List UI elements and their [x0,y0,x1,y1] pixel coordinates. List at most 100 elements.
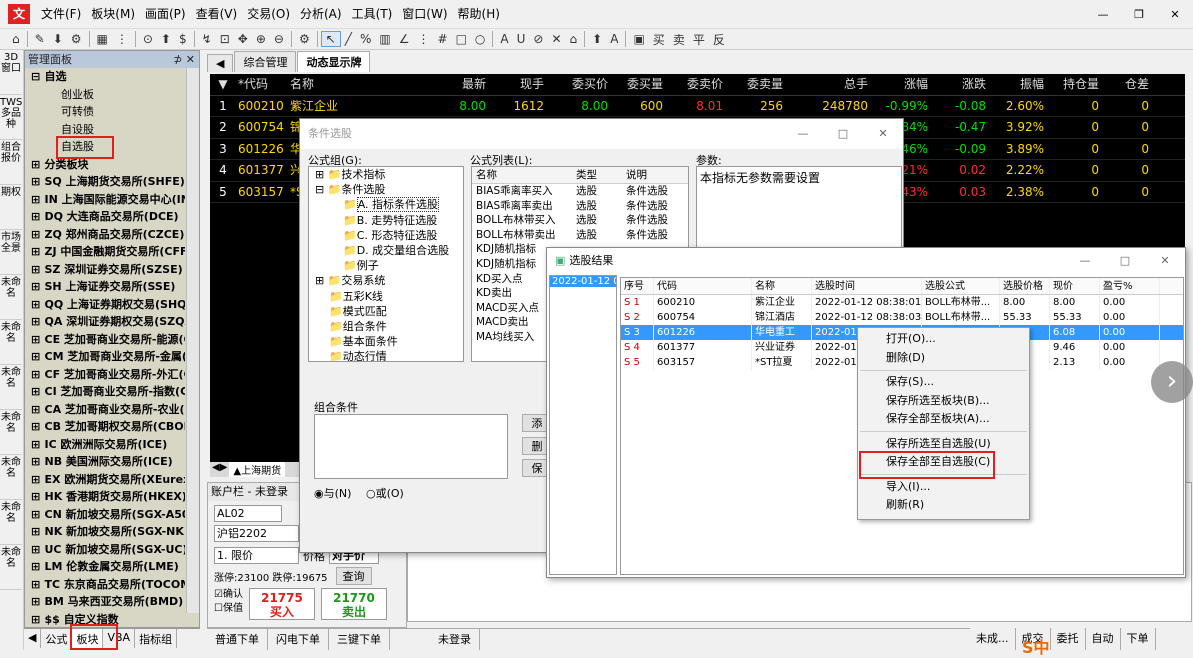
toolbar-button-icon[interactable]: ↯ [198,32,216,46]
toolbar-button-icon[interactable]: A [496,32,512,46]
tree-item[interactable]: ⊞ SZ 深圳证券交易所(SZSE) [31,261,185,279]
column-header[interactable]: ▼ [210,74,236,95]
column-header[interactable]: 委卖量 [725,74,785,95]
ime-indicator[interactable]: S中 [1022,634,1050,658]
expand-icon[interactable]: ⊞ [31,471,41,489]
expand-icon[interactable]: ⊞ [31,173,41,191]
formula-group-item[interactable]: 📁组合条件 [315,319,463,334]
tree-item[interactable]: ⊞ CF 芝加哥商业交易所-外汇(CM [31,366,185,384]
formula-group-item[interactable]: 📁A. 指标条件选股 [315,197,463,213]
tree-item[interactable]: ⊞ CN 新加坡交易所(SGX-A50) [31,506,185,524]
tree-item[interactable]: ⊞ UC 新加坡交易所(SGX-UC) [31,541,185,559]
toolbar-button-icon[interactable]: 反 [709,31,729,48]
main-tabs-nav-icon[interactable]: ◀ [207,54,234,72]
buy-button[interactable]: 21775 买入 [248,588,315,620]
expand-icon[interactable]: ⊞ [31,453,41,471]
vertical-tab[interactable]: 期权 [0,185,22,230]
result-maximize-button[interactable]: □ [1105,248,1145,274]
column-header[interactable]: *代码 [236,74,288,95]
tree-item[interactable]: ⊞ QQ 上海证券期权交易(SHQQ) [31,296,185,314]
panel-pin-close-icon[interactable]: ⊅ ✕ [173,51,199,68]
menu-item[interactable]: 窗口(W) [397,0,452,28]
menu-item[interactable]: 交易(O) [242,0,295,28]
minimize-button[interactable]: — [1085,8,1121,21]
expand-icon[interactable]: ⊞ [31,611,41,629]
toolbar-button-icon[interactable]: % [356,32,375,46]
vertical-tab[interactable]: 未命名 [0,275,22,320]
context-menu-item[interactable]: 保存全部至板块(A)... [858,410,1029,429]
tree-item[interactable]: ⊞ TC 东京商品交易所(TOCOM) [31,576,185,594]
column-header[interactable]: 涨幅 [870,74,930,95]
panel-scrollbar[interactable] [186,68,199,613]
tree-item[interactable]: ⊞ SH 上海证券交易所(SSE) [31,278,185,296]
formula-list-row[interactable]: BIAS乖离率买入 选股 条件选股 [472,184,688,199]
result-row[interactable]: S 2 600754 锦江酒店 2022-01-12 08:38:03 BOLL布林带.… [621,310,1183,325]
result-column-header[interactable]: 选股价格 [1000,278,1050,294]
result-date-list[interactable]: 2022-01-12 0 [549,275,617,575]
column-header[interactable]: 现手 [488,74,546,95]
toolbar-button-icon[interactable]: ✎ [31,32,49,46]
tree-item[interactable]: ⊞ NB 美国洲际交易所(ICE) [31,453,185,471]
toolbar-button-icon[interactable]: ⋮ [112,32,132,46]
result-column-header[interactable]: 序号 [621,278,654,294]
expand-icon[interactable]: ⊞ [31,191,41,209]
tree-item[interactable]: ⊞ CA 芝加哥商业交易所-农业(CM [31,401,185,419]
vertical-tab[interactable]: 未命名 [0,500,22,545]
bottom-tab[interactable]: 普通下单 [207,629,268,650]
toolbar-button-icon[interactable]: 平 [689,31,709,48]
right-tab[interactable]: 下单 [1121,628,1156,650]
tree-item[interactable]: ⊞ QA 深圳证券期权交易(SZQA) [31,313,185,331]
result-column-header[interactable]: 现价 [1050,278,1100,294]
expand-icon[interactable]: ⊞ [31,418,41,436]
or-radio[interactable]: ○或(O) [366,485,404,501]
column-header[interactable]: 涨跌 [930,74,988,95]
toolbar-button-icon[interactable]: ⊙ [139,32,157,46]
formula-group-item[interactable]: ⊟ 📁条件选股 [315,182,463,197]
expand-icon[interactable]: ⊞ [31,331,41,349]
restore-button[interactable]: ❐ [1121,8,1157,21]
hedge-checkbox[interactable]: ☐保值 [214,602,243,616]
expand-icon[interactable]: ⊞ [31,261,41,279]
contract-code-input[interactable]: AL02 [214,505,282,522]
right-tab[interactable]: 委托 [1051,628,1086,650]
toolbar-button-icon[interactable]: ⊖ [270,32,288,46]
menu-item[interactable]: 板块(M) [86,0,140,28]
panel-tabs-prev-icon[interactable]: ◀ [24,629,42,648]
quote-row[interactable]: 1 600210 紫江企业 8.00 1612 8.00 600 8.01 256 248780 -… [210,96,1185,117]
bottom-tab[interactable]: 三键下单 [329,629,390,650]
tree-item[interactable]: ⊟ 自选 [31,68,185,86]
tree-item[interactable]: 可转债 [31,103,185,121]
expand-icon[interactable]: ⊞ [31,576,41,594]
and-radio[interactable]: ◉与(N) [314,485,351,501]
context-menu-item[interactable]: 刷新(R) [858,496,1029,515]
formula-group-item[interactable]: 📁例子 [315,258,463,273]
grid-tab-shfe[interactable]: ▲上海期货 [229,462,286,477]
context-menu-item[interactable]: 保存所选至板块(B)... [858,392,1029,411]
vertical-tab[interactable]: TWS多品种 [0,95,22,140]
column-header[interactable]: 委买价 [546,74,610,95]
toolbar-button-icon[interactable]: ⊡ [216,32,234,46]
tree-item[interactable]: ⊞ CB 芝加哥期权交易所(CBOE) [31,418,185,436]
expand-icon[interactable]: ⊞ [31,366,41,384]
formula-list-row[interactable]: BOLL布林带买入 选股 条件选股 [472,213,688,228]
formula-list-row[interactable]: BOLL布林带卖出 选股 条件选股 [472,228,688,243]
right-tab[interactable]: 自动 [1086,628,1121,650]
toolbar-button-icon[interactable]: ⌂ [8,32,24,46]
menu-item[interactable]: 工具(T) [347,0,398,28]
toolbar-button-icon[interactable]: ╱ [341,32,356,46]
formula-group-item[interactable]: 📁基本面条件 [315,334,463,349]
expand-icon[interactable]: ⊞ [31,278,41,296]
tree-item[interactable]: ⊞ HK 香港期货交易所(HKEX) [31,488,185,506]
expand-icon[interactable]: ⊞ [31,383,41,401]
tree-item[interactable]: ⊞ LM 伦敦金属交易所(LME) [31,558,185,576]
formula-group-item[interactable]: 📁B. 走势特征选股 [315,213,463,228]
toolbar-button-icon[interactable]: ⊕ [252,32,270,46]
column-header[interactable]: 委卖价 [665,74,725,95]
toolbar-button-icon[interactable]: ✥ [234,32,252,46]
vertical-tab[interactable]: 未命名 [0,455,22,500]
result-column-header[interactable]: 选股时间 [812,278,922,294]
main-tab[interactable]: 动态显示牌 [297,51,371,72]
vertical-tab[interactable]: 未命名 [0,365,22,410]
expand-icon[interactable]: ⊞ [31,558,41,576]
vertical-tab[interactable]: 3D窗口 [0,50,22,95]
